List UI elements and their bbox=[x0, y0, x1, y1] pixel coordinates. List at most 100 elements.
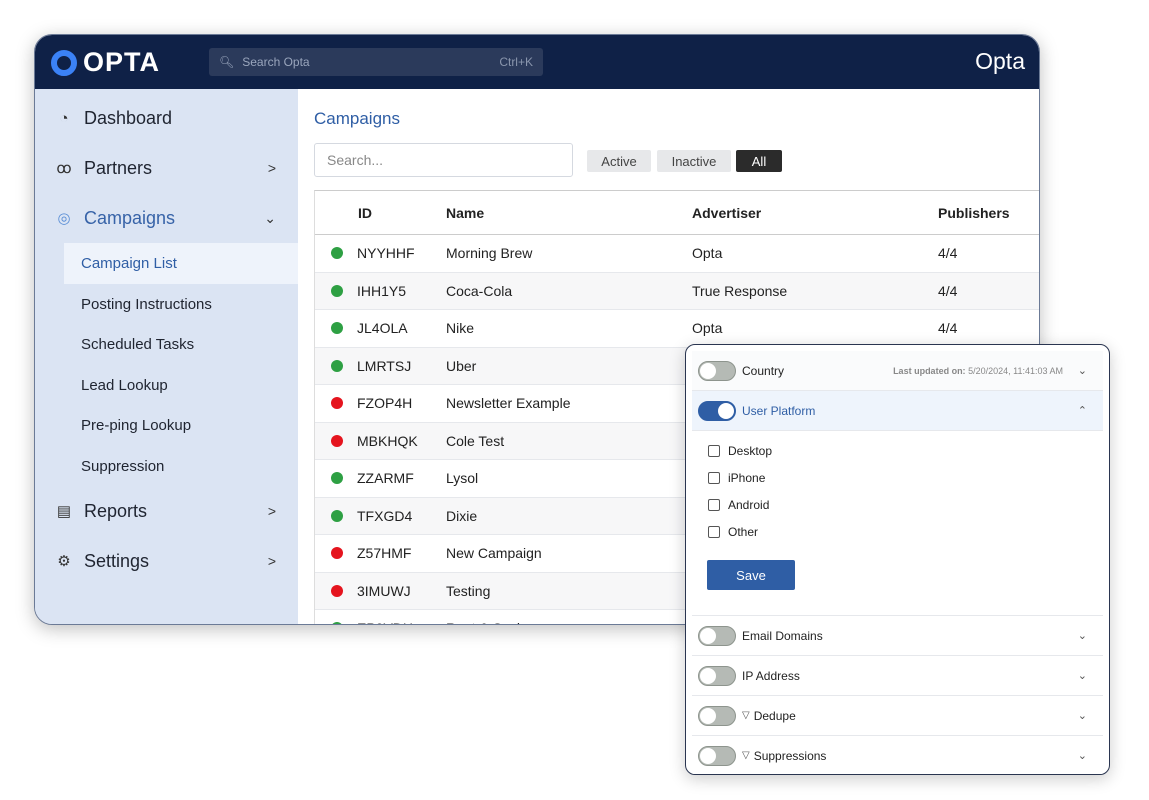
chevron-down-icon: ⌄ bbox=[264, 209, 276, 226]
status-indicator bbox=[331, 434, 343, 447]
checkbox-iphone[interactable]: iPhone bbox=[708, 470, 765, 486]
country-toggle[interactable] bbox=[698, 360, 736, 381]
user-platform-toggle[interactable] bbox=[698, 400, 736, 421]
save-button[interactable]: Save bbox=[707, 560, 795, 590]
checkbox[interactable] bbox=[708, 472, 720, 484]
column-header-id[interactable]: ID bbox=[358, 205, 372, 221]
sidebar-subitem-lead-lookup[interactable]: Lead Lookup bbox=[64, 365, 298, 406]
search-icon: 🔍︎ bbox=[219, 55, 235, 69]
table-row[interactable]: NYYHHF Morning Brew Opta 4/4 bbox=[315, 235, 1039, 273]
chevron-down-icon[interactable]: ⌄ bbox=[1078, 669, 1087, 682]
filter-icon: ▽ bbox=[742, 710, 750, 721]
last-updated-value: 5/20/2024, 11:41:03 AM bbox=[968, 365, 1063, 376]
sidebar-item-campaigns[interactable]: ◎ Campaigns ⌄ bbox=[35, 198, 298, 238]
rule-country[interactable]: Country Last updated on: 5/20/2024, 11:4… bbox=[692, 351, 1103, 391]
rule-toggle[interactable] bbox=[698, 665, 736, 686]
sidebar-item-label: Campaigns bbox=[84, 207, 176, 228]
cell-id: LMRTSJ bbox=[357, 357, 412, 374]
status-indicator bbox=[331, 397, 343, 410]
rule-user-platform[interactable]: User Platform ⌃ bbox=[692, 391, 1103, 431]
sidebar-item-settings[interactable]: ⚙ Settings > bbox=[35, 541, 298, 581]
chevron-down-icon[interactable]: ⌄ bbox=[1078, 364, 1087, 377]
last-updated-label: Last updated on: bbox=[893, 365, 966, 376]
rule-toggle[interactable] bbox=[698, 705, 736, 726]
rule-toggle[interactable] bbox=[698, 625, 736, 646]
cell-id: FZOP4H bbox=[357, 395, 413, 412]
column-header-name[interactable]: Name bbox=[446, 205, 484, 221]
cell-id: JL4OLA bbox=[357, 320, 408, 337]
sidebar-subitem-pre-ping-lookup[interactable]: Pre-ping Lookup bbox=[64, 405, 298, 446]
cell-id: Z57HMF bbox=[357, 545, 412, 562]
users-icon: ꝏ bbox=[56, 160, 72, 177]
status-indicator bbox=[331, 322, 343, 335]
rule-label: Dedupe bbox=[753, 708, 796, 723]
sidebar-item-reports[interactable]: ▤ Reports > bbox=[35, 491, 298, 531]
checkbox-android[interactable]: Android bbox=[708, 497, 769, 513]
top-bar: OPTA 🔍︎ Search Opta Ctrl+K Opta bbox=[35, 35, 1039, 89]
rule-email-domains[interactable]: Email Domains ⌄ bbox=[692, 616, 1103, 656]
cell-advertiser: Opta bbox=[692, 320, 723, 337]
rule-ip-address[interactable]: IP Address ⌄ bbox=[692, 656, 1103, 696]
rule-dedupe[interactable]: ▽ Dedupe ⌄ bbox=[692, 696, 1103, 736]
checkbox-label: Other bbox=[728, 525, 759, 539]
table-row[interactable]: IHH1Y5 Coca-Cola True Response 4/4 bbox=[315, 272, 1039, 310]
checkbox-desktop[interactable]: Desktop bbox=[708, 443, 772, 459]
cell-id: 3IMUWJ bbox=[357, 582, 411, 599]
cell-name: New Campaign bbox=[446, 545, 542, 562]
sidebar-subitem-campaign-list[interactable]: Campaign List bbox=[64, 243, 298, 284]
rule-label: User Platform bbox=[742, 403, 816, 418]
page-title: Campaigns bbox=[314, 109, 400, 128]
sidebar-item-label: Dashboard bbox=[84, 107, 173, 128]
checkbox[interactable] bbox=[708, 499, 720, 511]
cell-publishers: 4/4 bbox=[938, 282, 958, 299]
rule-toggle[interactable] bbox=[698, 745, 736, 766]
rule-label: Email Domains bbox=[742, 628, 823, 643]
chevron-down-icon[interactable]: ⌄ bbox=[1078, 749, 1087, 762]
cell-name: Root & Scale bbox=[446, 620, 528, 624]
sidebar-item-label: Partners bbox=[84, 157, 153, 178]
cell-name: Nike bbox=[446, 320, 475, 337]
cell-advertiser: True Response bbox=[692, 282, 788, 299]
status-indicator bbox=[331, 359, 343, 372]
chevron-down-icon[interactable]: ⌄ bbox=[1078, 709, 1087, 722]
chevron-right-icon: > bbox=[267, 553, 276, 569]
checkbox[interactable] bbox=[708, 445, 720, 457]
column-header-publishers[interactable]: Publishers bbox=[938, 205, 1010, 221]
campaign-search-input[interactable]: Search... bbox=[314, 143, 573, 177]
chevron-right-icon: > bbox=[267, 503, 276, 519]
sidebar-subitem-posting-instructions[interactable]: Posting Instructions bbox=[64, 284, 298, 325]
filter-active-button[interactable]: Active bbox=[587, 150, 651, 172]
cell-name: Newsletter Example bbox=[446, 395, 571, 412]
filter-all-button[interactable]: All bbox=[736, 150, 782, 172]
table-header: ID Name Advertiser Publishers bbox=[315, 191, 1039, 235]
logo-text: OPTA bbox=[83, 47, 160, 77]
cell-publishers: 4/4 bbox=[938, 245, 958, 262]
document-icon: ▤ bbox=[56, 503, 72, 520]
logo[interactable]: OPTA bbox=[51, 47, 160, 78]
chevron-down-icon[interactable]: ⌄ bbox=[1078, 629, 1087, 642]
sidebar-subitem-scheduled-tasks[interactable]: Scheduled Tasks bbox=[64, 324, 298, 365]
cell-name: Coca-Cola bbox=[446, 282, 513, 299]
cell-name: Testing bbox=[446, 582, 491, 599]
filter-icon: ▽ bbox=[742, 750, 750, 761]
cell-id: MBKHQK bbox=[357, 432, 418, 449]
cell-name: Morning Brew bbox=[446, 245, 533, 262]
cell-publishers: 4/4 bbox=[938, 320, 958, 337]
sidebar-item-dashboard[interactable]: ◔ Dashboard bbox=[35, 98, 298, 138]
target-icon: ◎ bbox=[57, 210, 71, 227]
status-indicator bbox=[331, 472, 343, 485]
table-row[interactable]: JL4OLA Nike Opta 4/4 bbox=[315, 310, 1039, 348]
cell-name: Lysol bbox=[446, 470, 479, 487]
global-search[interactable]: 🔍︎ Search Opta Ctrl+K bbox=[209, 48, 543, 76]
column-header-advertiser[interactable]: Advertiser bbox=[692, 205, 761, 221]
checkbox[interactable] bbox=[708, 526, 720, 538]
checkbox-label: Android bbox=[728, 498, 770, 512]
rule-suppressions[interactable]: ▽ Suppressions ⌄ bbox=[692, 736, 1103, 774]
checkbox-label: Desktop bbox=[728, 444, 773, 458]
chevron-up-icon[interactable]: ⌃ bbox=[1078, 404, 1087, 417]
sidebar-subitem-suppression[interactable]: Suppression bbox=[64, 446, 298, 487]
checkbox-other[interactable]: Other bbox=[708, 524, 758, 540]
sidebar-item-partners[interactable]: ꝏ Partners > bbox=[35, 148, 298, 188]
filter-inactive-button[interactable]: Inactive bbox=[657, 150, 731, 172]
gauge-icon: ◔ bbox=[59, 109, 69, 127]
